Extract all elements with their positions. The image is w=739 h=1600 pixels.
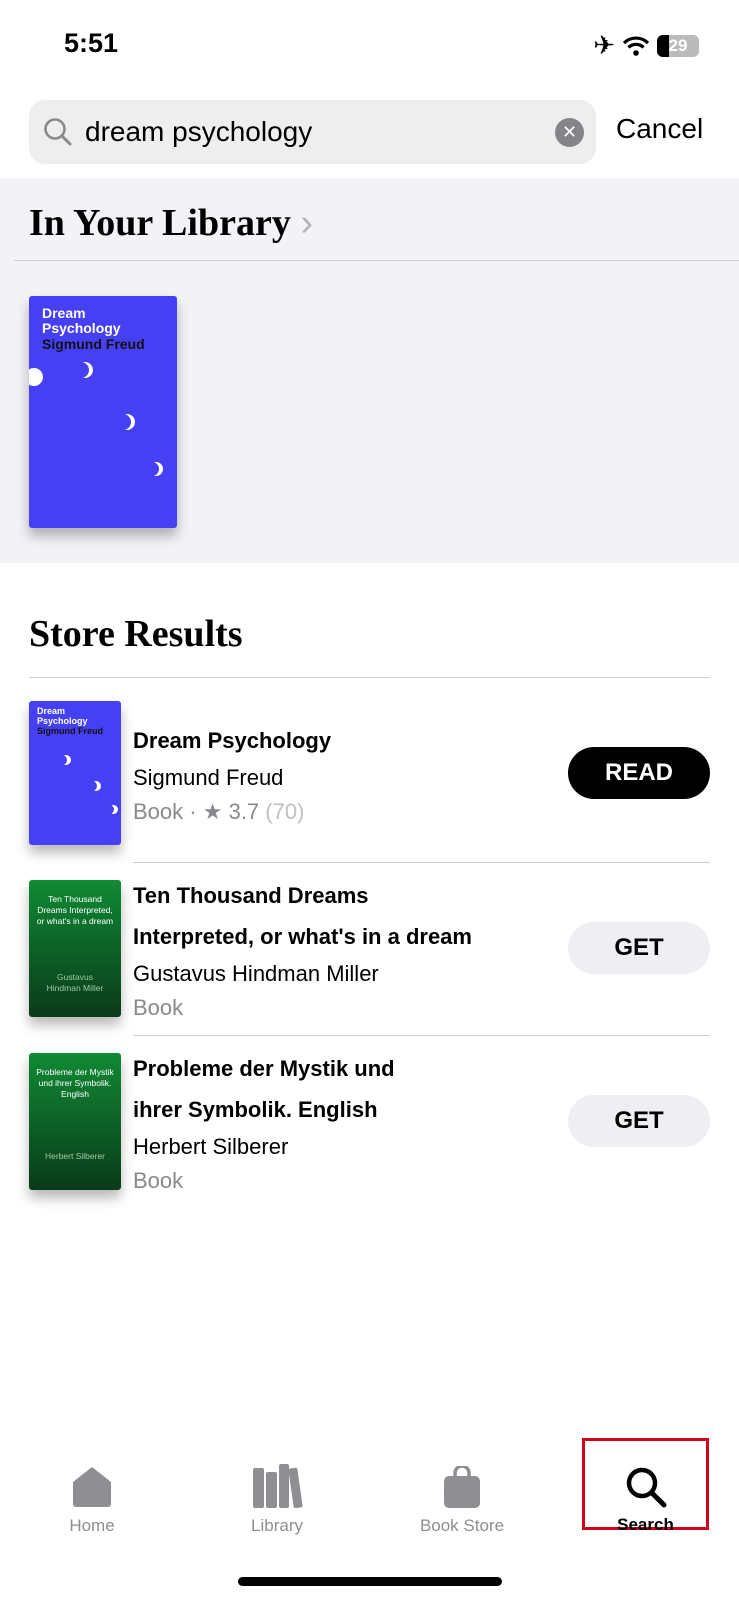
table-row[interactable]: Dream Psychology Sigmund Freud Book · ★ … <box>133 720 331 829</box>
get-button[interactable]: GET <box>568 922 710 974</box>
library-book-cover[interactable]: Dream Psychology Sigmund Freud <box>29 296 177 528</box>
cover-title: Dream Psychology <box>37 706 88 726</box>
search-icon <box>44 118 72 146</box>
result-title-line1: Ten Thousand Dreams <box>133 883 369 908</box>
divider <box>133 1035 710 1036</box>
cover-author: Herbert Silberer <box>45 1151 105 1161</box>
cover-title: Ten Thousand Dreams Interpreted, or what… <box>36 894 114 927</box>
store-results-heading: Store Results <box>29 613 243 655</box>
status-time: 5:51 <box>64 28 119 58</box>
search-bar[interactable]: ✕ <box>29 100 596 164</box>
cover-author: Sigmund Freud <box>37 725 103 736</box>
rating-count: (70) <box>265 799 305 824</box>
table-row[interactable]: Ten Thousand Dreams Interpreted, or what… <box>133 875 472 1025</box>
clear-search-button[interactable]: ✕ <box>555 118 584 147</box>
result-type: Book <box>133 995 184 1020</box>
search-input[interactable] <box>85 116 525 148</box>
result-title: Dream Psychology <box>133 728 332 753</box>
bag-icon <box>444 1466 480 1508</box>
cover-title: Dream Psychology <box>42 305 121 337</box>
tab-home[interactable]: Home <box>27 1460 157 1536</box>
tab-label: Book Store <box>419 1516 505 1535</box>
cancel-button[interactable]: Cancel <box>616 113 703 145</box>
cover-title: Probleme der Mystik und ihrer Symbolik. … <box>36 1067 114 1100</box>
result-author: Gustavus Hindman Miller <box>133 961 379 986</box>
result-rating: 3.7 <box>228 799 260 824</box>
result-meta: Book · ★ 3.7 (70) <box>133 799 305 824</box>
library-heading[interactable]: In Your Library › <box>29 201 313 245</box>
result-title-line2: Interpreted, or what's in a dream <box>133 924 472 949</box>
library-heading-text: In Your Library <box>29 202 291 244</box>
read-button[interactable]: READ <box>568 747 710 799</box>
result-type: Book <box>133 1168 184 1193</box>
cover-author: Sigmund Freud <box>42 335 145 352</box>
tab-library[interactable]: Library <box>212 1460 342 1536</box>
cover-author: Gustavus Hindman Miller <box>46 972 104 994</box>
home-indicator[interactable] <box>238 1577 502 1586</box>
result-title-line1: Probleme der Mystik und <box>133 1056 395 1081</box>
wifi-icon <box>623 35 649 56</box>
get-button[interactable]: GET <box>568 1095 710 1147</box>
result-cover[interactable]: Probleme der Mystik und ihrer Symbolik. … <box>29 1053 121 1190</box>
search-icon <box>626 1467 666 1508</box>
library-section: In Your Library › Dream Psychology Sigmun… <box>0 178 739 563</box>
airplane-icon: ✈ <box>593 30 615 60</box>
tab-label: Library <box>251 1516 303 1535</box>
divider <box>29 677 710 678</box>
tab-label: Home <box>69 1516 115 1535</box>
table-row[interactable]: Probleme der Mystik und ihrer Symbolik. … <box>133 1048 395 1198</box>
tab-book-store[interactable]: Book Store <box>397 1460 527 1536</box>
chevron-right-icon: › <box>300 202 313 244</box>
tab-label: Search <box>617 1515 674 1534</box>
library-icon <box>253 1464 303 1508</box>
result-author: Sigmund Freud <box>133 765 284 790</box>
divider <box>133 862 710 863</box>
divider <box>14 260 739 261</box>
result-cover[interactable]: Dream Psychology Sigmund Freud <box>29 701 121 845</box>
home-icon <box>73 1467 111 1507</box>
battery-icon: 29 <box>657 34 699 57</box>
star-icon: ★ <box>202 799 223 824</box>
status-icons: ✈ 29 <box>593 30 699 61</box>
result-title-line2: ihrer Symbolik. English <box>133 1097 378 1122</box>
result-author: Herbert Silberer <box>133 1134 289 1159</box>
result-type: Book <box>133 799 184 824</box>
result-cover[interactable]: Ten Thousand Dreams Interpreted, or what… <box>29 880 121 1017</box>
tab-search[interactable]: Search <box>582 1438 709 1534</box>
